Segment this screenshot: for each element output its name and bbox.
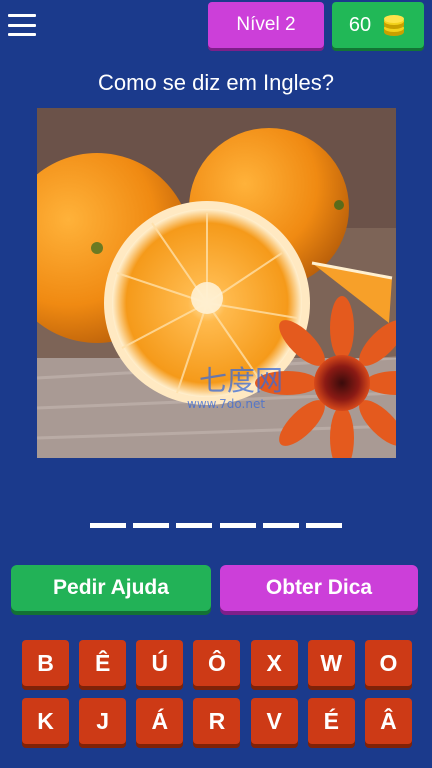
answer-slot (219, 523, 256, 528)
letter-key[interactable]: J (79, 698, 127, 744)
letter-keyboard: B Ê Ú Ô X W O K J Á R V É Â (22, 640, 412, 756)
coins-badge[interactable]: 60 (332, 2, 424, 48)
hamburger-menu-icon (8, 14, 36, 17)
answer-slot (176, 523, 213, 528)
letter-key[interactable]: R (193, 698, 241, 744)
level-badge: Nível 2 (208, 2, 324, 48)
level-label: Nível 2 (236, 14, 296, 35)
letter-key[interactable]: Á (136, 698, 184, 744)
answer-slot (305, 523, 342, 528)
watermark-url: www.7do.net (187, 397, 265, 411)
question-text: Como se diz em Ingles? (98, 70, 334, 95)
coin-count: 60 (348, 13, 372, 36)
keyboard-row: B Ê Ú Ô X W O (22, 640, 412, 686)
menu-button[interactable] (8, 12, 36, 38)
letter-key[interactable]: É (307, 698, 355, 744)
answer-slot (262, 523, 299, 528)
letter-key[interactable]: B (22, 640, 69, 686)
letter-key[interactable]: O (364, 640, 412, 686)
letter-key[interactable]: X (250, 640, 298, 686)
oranges-photo: 七度网 www.7do.net (37, 108, 396, 458)
letter-key[interactable]: Ú (136, 640, 184, 686)
letter-key[interactable]: Ô (193, 640, 241, 686)
letter-key[interactable]: V (250, 698, 298, 744)
letter-key[interactable]: W (307, 640, 355, 686)
letter-key[interactable]: Â (364, 698, 412, 744)
get-hint-button[interactable]: Obter Dica (220, 565, 418, 611)
quiz-image: 七度网 www.7do.net (37, 108, 396, 458)
answer-slot (133, 523, 170, 528)
coin-stack-icon (384, 15, 405, 36)
letter-key[interactable]: Ê (79, 640, 127, 686)
ask-help-button[interactable]: Pedir Ajuda (11, 565, 211, 611)
keyboard-row: K J Á R V É Â (22, 698, 412, 744)
answer-slot (90, 523, 126, 528)
answer-slots (90, 523, 342, 531)
letter-key[interactable]: K (22, 698, 69, 744)
watermark: 七度网 (199, 364, 283, 397)
